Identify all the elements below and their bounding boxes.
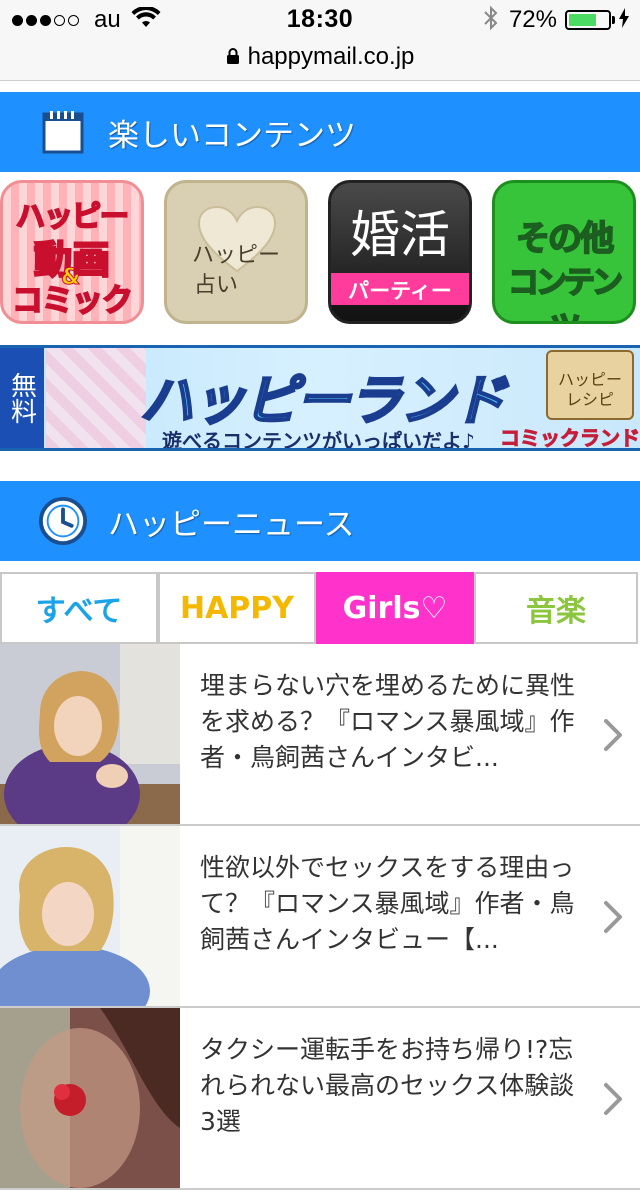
charging-icon: [618, 7, 630, 33]
tab-label: Girls♡: [342, 590, 448, 626]
status-bar: au 18:30 72%: [0, 0, 640, 40]
article-title: 埋まらない穴を埋めるために異性を求める？『ロマンス暴風域』作者・鳥飼茜さんインタ…: [200, 671, 576, 772]
tab-label: 音楽: [526, 594, 586, 629]
icon-label: ハッピー: [191, 243, 280, 268]
happy-video-comic-icon[interactable]: ハッピー 動画 & コミック: [0, 180, 144, 324]
comic-land-label: コミックランド: [500, 426, 640, 450]
news-article[interactable]: タクシー運転手をお持ち帰り!?忘れられない最高のセックス体験談3選: [0, 1008, 640, 1190]
tab-music[interactable]: 音楽: [474, 572, 638, 644]
banner-subtitle: 遊べるコンテンツがいっぱいだよ♪: [162, 429, 475, 451]
other-contents-icon[interactable]: その他 コンテンツ: [492, 180, 636, 324]
chevron-right-icon: [603, 900, 623, 938]
battery-percent: 72%: [508, 6, 557, 33]
tab-happy[interactable]: HAPPY: [158, 572, 316, 644]
recipe-label: レシピ: [565, 390, 614, 409]
tab-label: すべて: [35, 594, 123, 629]
news-list: 埋まらない穴を埋めるために異性を求める？『ロマンス暴風域』作者・鳥飼茜さんインタ…: [0, 644, 640, 1190]
section-title: ハッピーニュース: [108, 506, 355, 543]
icon-label: コミック: [11, 282, 134, 320]
tab-label: HAPPY: [179, 590, 295, 626]
notebook-icon: [38, 107, 88, 157]
clock-icon: [38, 496, 88, 546]
content-icon-row: ハッピー 動画 & コミック ハッピー 占い 婚活 パーティー その他 コンテン…: [0, 180, 640, 325]
address-bar[interactable]: happymail.co.jp: [0, 40, 640, 81]
tab-girls[interactable]: Girls♡: [316, 572, 474, 644]
contents-section-header: 楽しいコンテンツ: [0, 92, 640, 172]
happy-recipe-badge: ハッピー レシピ: [546, 350, 634, 420]
happy-land-banner[interactable]: 無料 ハッピーランド 遊べるコンテンツがいっぱいだよ♪ コミックランド ハッピー…: [0, 345, 640, 451]
icon-label: パーティー: [348, 279, 452, 303]
battery-tip: [612, 16, 615, 24]
free-badge: 無料: [0, 348, 44, 448]
battery-icon: [565, 10, 611, 30]
recipe-label: ハッピー: [557, 370, 622, 389]
marriage-party-icon[interactable]: 婚活 パーティー: [328, 180, 472, 324]
article-title: 性欲以外でセックスをする理由って？『ロマンス暴風域』作者・鳥飼茜さんインタビュー…: [200, 853, 575, 954]
battery-level-fill: [569, 14, 597, 26]
section-title: 楽しいコンテンツ: [108, 117, 356, 154]
chevron-right-icon: [603, 1082, 623, 1120]
happy-fortune-icon[interactable]: ハッピー 占い: [164, 180, 308, 324]
article-thumbnail: [0, 1008, 180, 1188]
news-article[interactable]: 性欲以外でセックスをする理由って？『ロマンス暴風域』作者・鳥飼茜さんインタビュー…: [0, 826, 640, 1008]
icon-label: その他: [515, 218, 615, 260]
news-section-header: ハッピーニュース: [0, 481, 640, 561]
lock-icon: [226, 47, 240, 69]
bluetooth-icon: [483, 5, 499, 36]
article-title: タクシー運転手をお持ち帰り!?忘れられない最高のセックス体験談3選: [200, 1035, 575, 1136]
news-article[interactable]: 埋まらない穴を埋めるために異性を求める？『ロマンス暴風域』作者・鳥飼茜さんインタ…: [0, 644, 640, 826]
icon-label: コンテンツ: [507, 264, 624, 321]
article-thumbnail: [0, 644, 180, 824]
tab-all[interactable]: すべて: [0, 572, 158, 644]
icon-label: 占い: [193, 273, 238, 298]
icon-label: 婚活: [350, 206, 450, 264]
article-thumbnail: [0, 826, 180, 1006]
battery-group: 72%: [483, 5, 630, 36]
banner-title: ハッピーランド: [139, 368, 508, 434]
banner-decoration: [46, 348, 146, 448]
url-domain: happymail.co.jp: [247, 43, 415, 70]
chevron-right-icon: [603, 718, 623, 756]
news-tabs: すべて HAPPY Girls♡ 音楽: [0, 572, 640, 644]
